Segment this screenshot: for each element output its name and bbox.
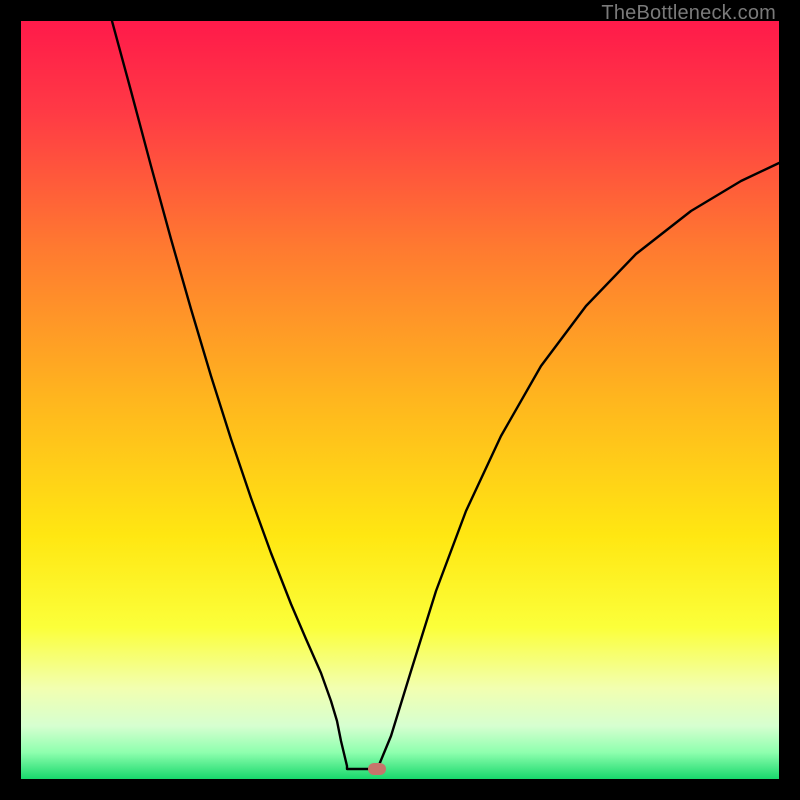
- plot-frame: [21, 21, 779, 779]
- optimal-point-marker: [368, 763, 386, 775]
- watermark-text: TheBottleneck.com: [601, 2, 776, 25]
- bottleneck-curve: [21, 21, 779, 779]
